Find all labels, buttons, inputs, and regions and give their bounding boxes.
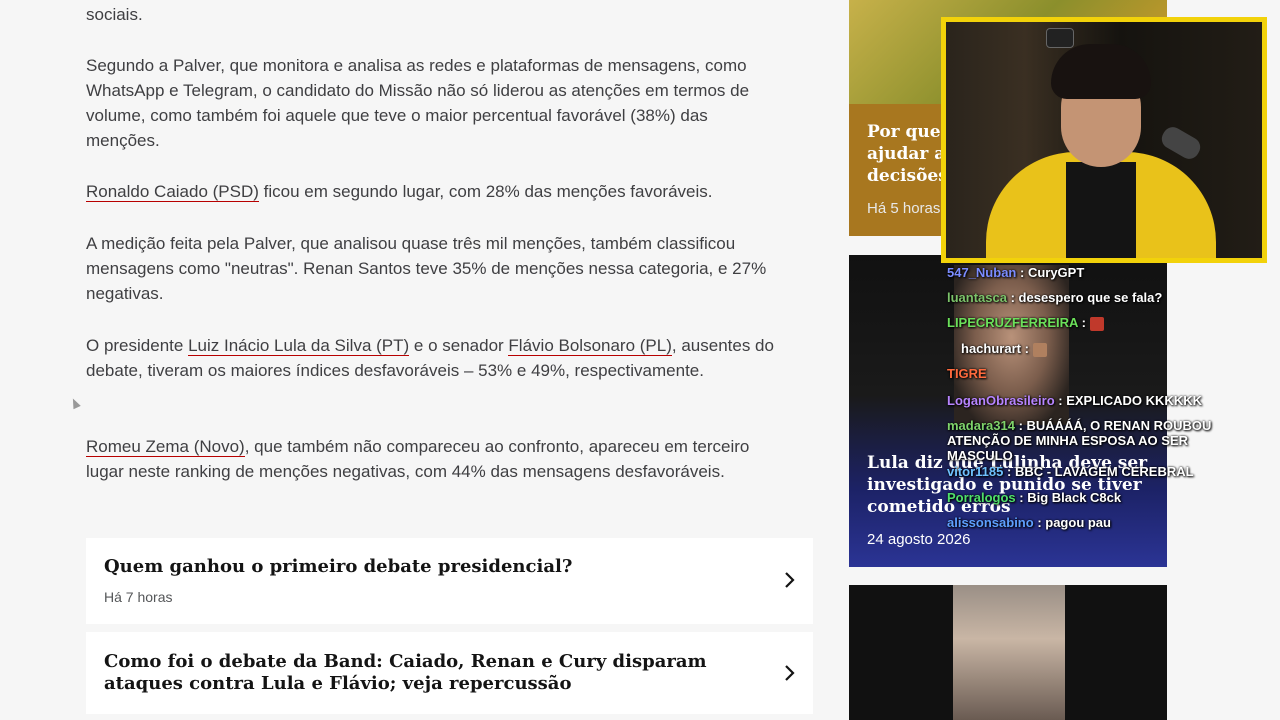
chat-message: vitor1185 : BBC - LAVAGEM CEREBRAL	[947, 464, 1194, 479]
chat-username: 547_Nuban	[947, 265, 1017, 280]
chat-message: 547_Nuban : CuryGPT	[947, 265, 1085, 280]
chat-message: LIPECRUZFERREIRA :	[947, 315, 1104, 331]
link-romeu-zema[interactable]: Romeu Zema (Novo)	[86, 437, 245, 457]
paragraph: A medição feita pela Palver, que analiso…	[86, 234, 767, 303]
story-video-thumbnail	[953, 585, 1065, 720]
chat-username: LoganObrasileiro	[947, 393, 1055, 408]
chat-message: luantasca : desespero que se fala?	[947, 290, 1163, 305]
related-card-title: Como foi o debate da Band: Caiado, Renan…	[104, 651, 707, 694]
story-title-line: decisões	[867, 166, 948, 186]
chat-text: desespero que se fala?	[1018, 290, 1163, 305]
paragraph-text: O presidente	[86, 336, 189, 355]
story-title-line: ajudar a	[867, 144, 946, 164]
story-timestamp: 24 agosto 2026	[867, 531, 971, 548]
paragraph: sociais.	[86, 5, 143, 24]
chat-message: TIGRE	[947, 366, 987, 381]
chat-message: madara314 : BUÁÁÁÁ, O RENAN ROUBOU ATENÇ…	[947, 418, 1212, 463]
chat-username: vitor1185	[947, 464, 1004, 479]
related-card-title: Quem ganhou o primeiro debate presidenci…	[104, 556, 573, 577]
related-card-timestamp: Há 7 horas	[104, 589, 173, 605]
chat-message: alissonsabino : pagou pau	[947, 515, 1111, 530]
emote-icon	[1032, 342, 1047, 357]
link-flavio-bolsonaro[interactable]: Flávio Bolsonaro (PL)	[508, 336, 672, 356]
related-card[interactable]: Como foi o debate da Band: Caiado, Renan…	[86, 632, 813, 714]
chat-text: BBC - LAVAGEM CEREBRAL	[1014, 464, 1194, 479]
paragraph-text: e o senador	[409, 336, 509, 355]
paragraph-text: ficou em segundo lugar, com 28% das menç…	[258, 182, 713, 201]
link-lula[interactable]: Luiz Inácio Lula da Silva (PT)	[188, 336, 410, 356]
chat-text: pagou pau	[1045, 515, 1111, 530]
youtube-plaque-icon	[1046, 28, 1074, 48]
sidebar-story[interactable]	[849, 585, 1167, 720]
mouse-cursor	[69, 396, 81, 410]
chat-message: LoganObrasileiro : EXPLICADO KKKKKK	[947, 393, 1202, 408]
streamer-shirt	[1066, 162, 1136, 258]
story-title-line: Por que	[867, 122, 941, 142]
emote-icon	[1089, 316, 1104, 331]
story-title: Por que ajudar a decisões	[867, 121, 948, 187]
webcam-overlay	[941, 17, 1267, 263]
paragraph: Segundo a Palver, que monitora e analisa…	[86, 56, 750, 150]
chat-username: madara314	[947, 418, 1015, 433]
chat-username: hachurart	[961, 341, 1021, 356]
related-card[interactable]: Quem ganhou o primeiro debate presidenci…	[86, 538, 813, 624]
chat-username: TIGRE	[947, 366, 987, 381]
chat-username: LIPECRUZFERREIRA	[947, 315, 1078, 330]
chevron-right-icon	[785, 665, 795, 681]
link-ronaldo-caiado[interactable]: Ronaldo Caiado (PSD)	[86, 182, 259, 202]
paragraph: Romeu Zema (Novo), que também não compar…	[86, 434, 776, 484]
chat-message: Porralogos : Big Black C8ck	[947, 490, 1122, 505]
paragraph: Ronaldo Caiado (PSD) ficou em segundo lu…	[86, 179, 776, 204]
chat-text: Big Black C8ck	[1027, 490, 1122, 505]
chat-username: alissonsabino	[947, 515, 1034, 530]
chat-text: CuryGPT	[1027, 265, 1085, 280]
paragraph: O presidente Luiz Inácio Lula da Silva (…	[86, 333, 776, 383]
chat-username: Porralogos	[947, 490, 1016, 505]
chat-message: hachurart :	[961, 341, 1047, 357]
streamer-hair	[1051, 44, 1151, 99]
chevron-right-icon	[785, 572, 795, 588]
chat-text: EXPLICADO KKKKKK	[1066, 393, 1202, 408]
chat-username: luantasca	[947, 290, 1007, 305]
story-timestamp: Há 5 horas	[867, 200, 941, 217]
